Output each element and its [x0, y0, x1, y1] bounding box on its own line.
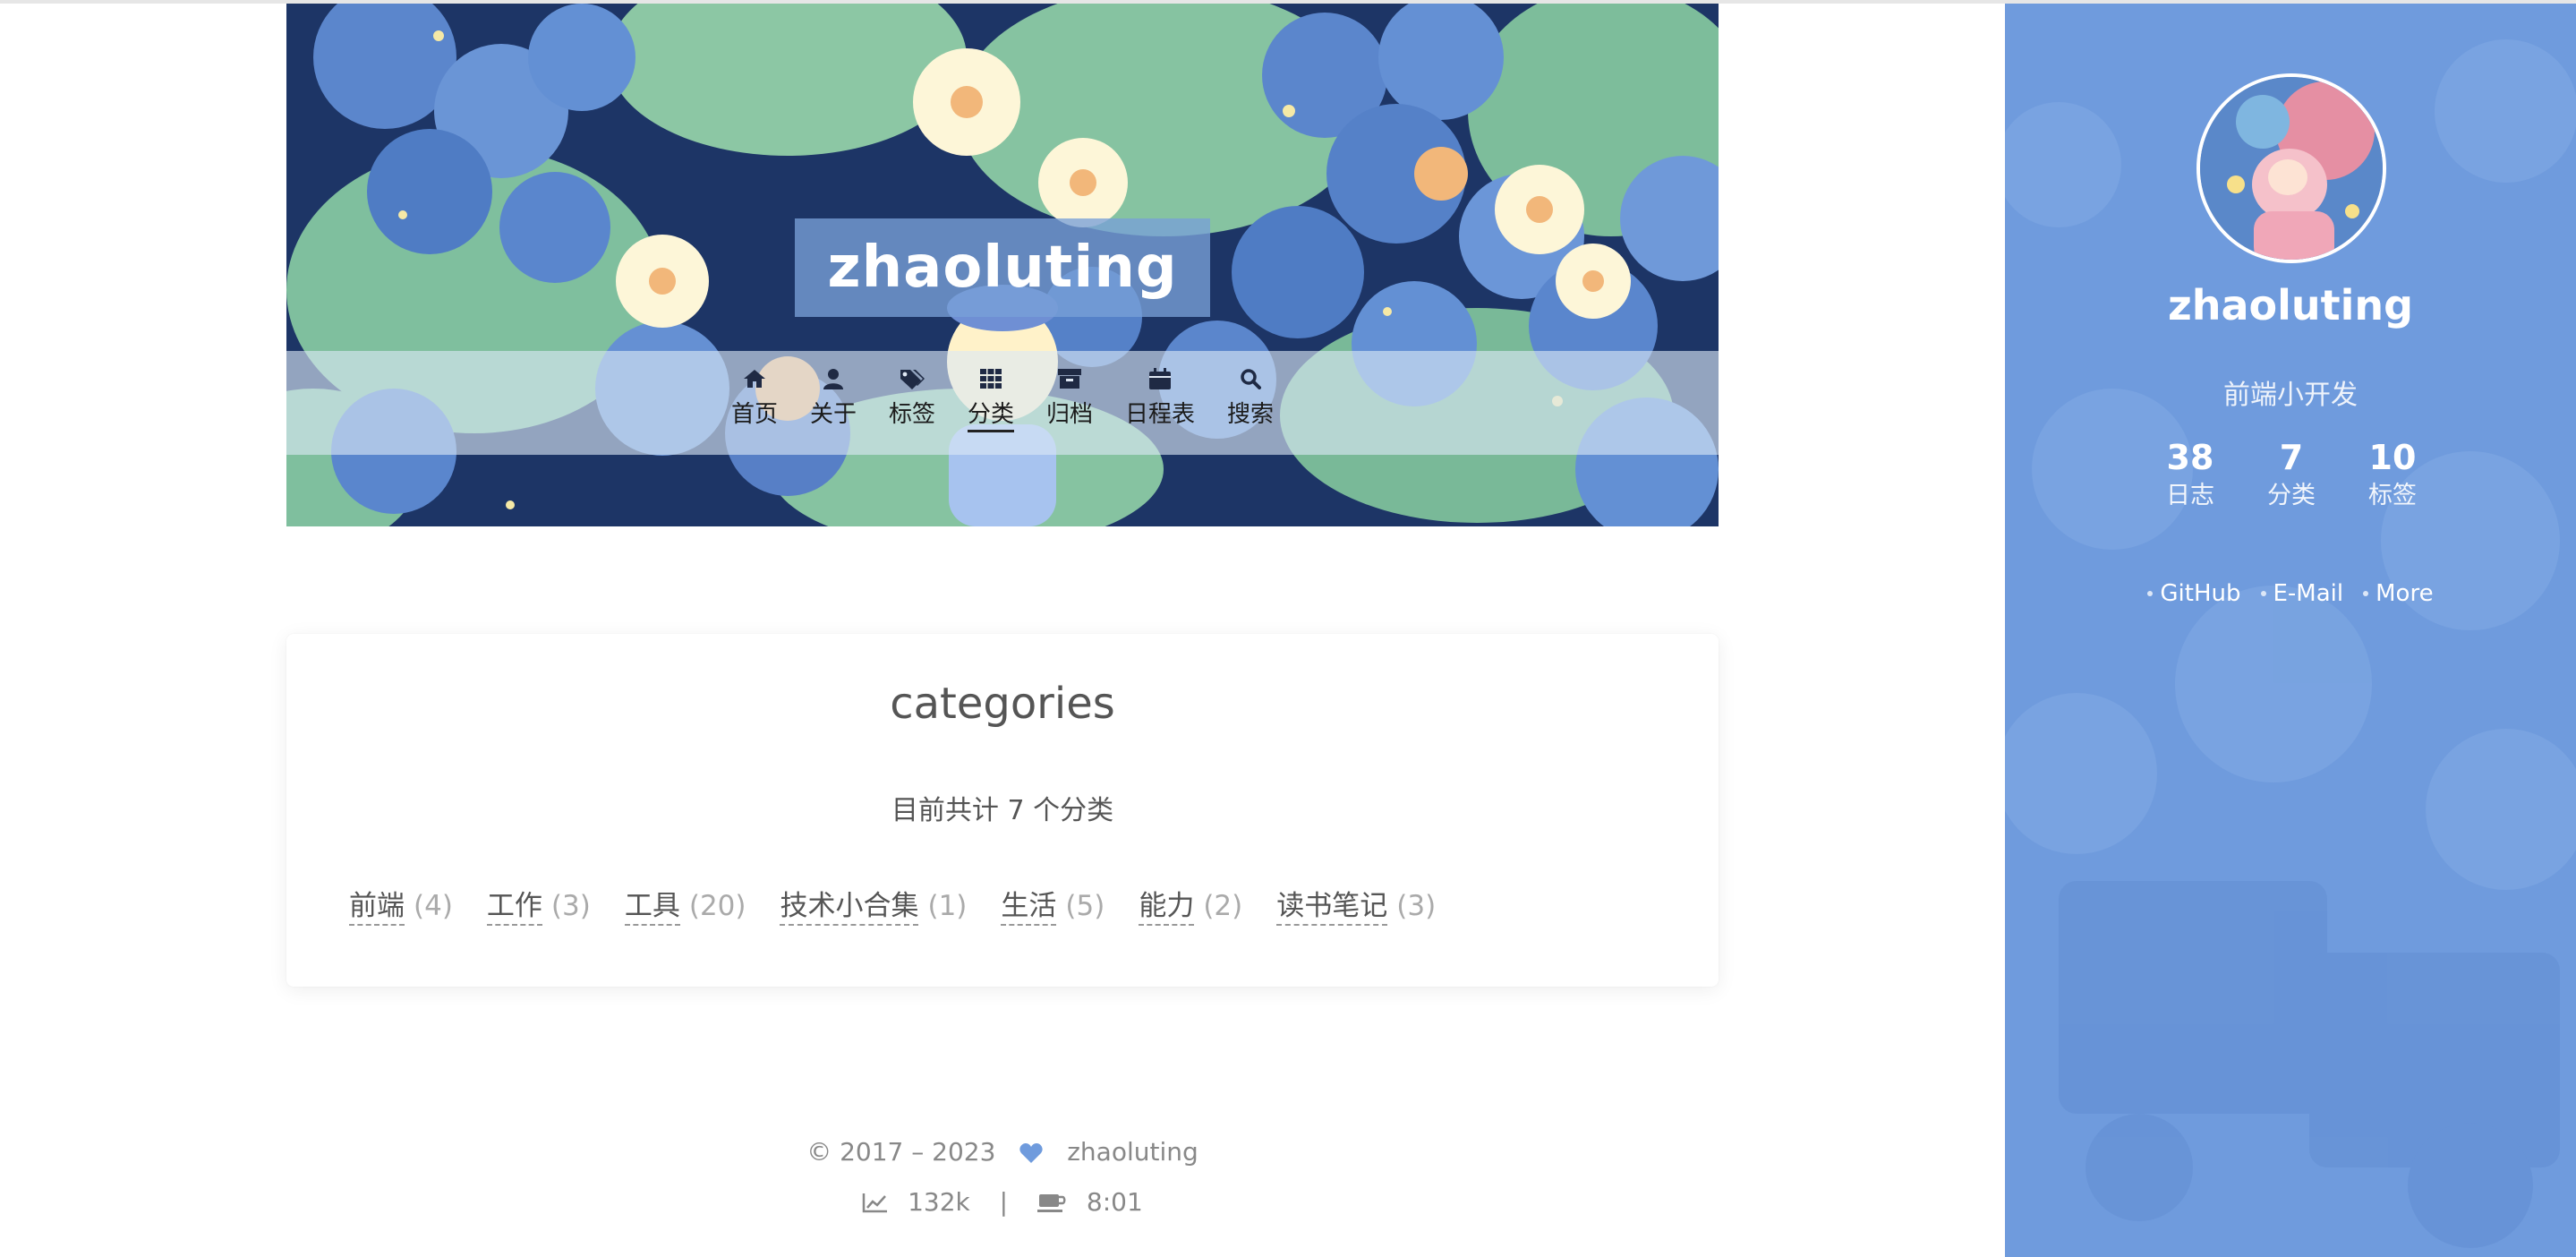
link-label: GitHub: [2160, 580, 2241, 607]
footer-separator: |: [999, 1187, 1009, 1217]
stat-categories[interactable]: 7 分类: [2251, 437, 2332, 514]
category-count-text: 目前共计 7 个分类: [891, 795, 1114, 826]
stat-posts[interactable]: 38 日志: [2150, 437, 2231, 514]
category-link[interactable]: 前端: [349, 888, 405, 926]
menu-band: 首页 关于 标签 分类 归档 日程表 搜索: [286, 351, 1719, 455]
main-menu: 首页 关于 标签 分类 归档 日程表 搜索: [286, 351, 1719, 455]
stat-number: 7: [2279, 438, 2304, 477]
menu-item-archives[interactable]: 归档: [1034, 351, 1105, 430]
copyright-text: © 2017 – 2023: [806, 1137, 996, 1167]
sidebar: zhaoluting 前端小开发 38 日志 7 分类 10 标签 GitHub…: [2005, 4, 2576, 1257]
footer-views: 132k: [908, 1187, 970, 1217]
menu-item-categories[interactable]: 分类: [955, 351, 1027, 432]
menu-label: 关于: [809, 401, 857, 428]
footer-reading-time: 8:01: [1086, 1187, 1143, 1217]
menu-label: 标签: [888, 401, 935, 428]
category-link[interactable]: 技术小合集: [780, 888, 919, 926]
link-label: More: [2376, 580, 2434, 607]
menu-item-tags[interactable]: 标签: [876, 351, 948, 430]
category-count: (4): [414, 890, 453, 922]
site-title-box[interactable]: zhaoluting: [795, 218, 1210, 317]
heart-icon: [1019, 1143, 1043, 1163]
bullet-icon: [2363, 591, 2369, 596]
stat-tags[interactable]: 10 标签: [2352, 437, 2433, 514]
author-description: 前端小开发: [2223, 380, 2358, 411]
menu-label: 分类: [967, 399, 1014, 432]
category-link[interactable]: 工作: [486, 888, 542, 926]
th-icon: [977, 365, 1004, 392]
category-count: (5): [1065, 890, 1105, 922]
archive-icon: [1056, 365, 1083, 392]
category-item: 能力 (2): [1139, 888, 1242, 926]
bullet-icon: [2260, 591, 2266, 596]
menu-label: 日程表: [1125, 401, 1196, 428]
page-title: categories: [890, 679, 1115, 729]
category-list: 前端 (4) 工作 (3) 工具 (20) 技术小合集 (1) 生活 (5) 能…: [349, 888, 1436, 926]
menu-item-search[interactable]: 搜索: [1215, 351, 1286, 430]
home-icon: [741, 365, 768, 392]
category-item: 前端 (4): [349, 888, 453, 926]
category-item: 生活 (5): [1001, 888, 1105, 926]
social-links: GitHub E-Mail More: [2005, 580, 2576, 607]
menu-label: 归档: [1046, 401, 1094, 428]
stat-label: 标签: [2368, 482, 2417, 509]
stat-label: 分类: [2267, 482, 2316, 509]
footer-copyright: © 2017 – 2023 zhaoluting: [286, 1137, 1719, 1167]
calendar-icon: [1147, 365, 1173, 392]
category-count: (3): [550, 890, 591, 922]
menu-label: 搜索: [1227, 401, 1275, 428]
menu-label: 首页: [730, 401, 778, 428]
user-icon: [820, 365, 847, 392]
menu-item-schedule[interactable]: 日程表: [1113, 351, 1207, 430]
site-title[interactable]: zhaoluting: [827, 235, 1177, 301]
menu-item-about[interactable]: 关于: [798, 351, 869, 430]
site-stats: 38 日志 7 分类 10 标签: [2150, 437, 2433, 514]
link-github[interactable]: GitHub: [2147, 580, 2241, 607]
category-link[interactable]: 读书笔记: [1276, 888, 1388, 926]
menu-item-home[interactable]: 首页: [719, 351, 790, 430]
tags-icon: [899, 365, 925, 392]
footer-author: zhaoluting: [1067, 1137, 1198, 1167]
category-item: 工作 (3): [486, 888, 591, 926]
category-item: 技术小合集 (1): [780, 888, 967, 926]
bullet-icon: [2147, 591, 2154, 596]
category-item: 读书笔记 (3): [1276, 888, 1436, 926]
header-banner: zhaoluting 首页 关于 标签 分类 归档 日程表 搜索: [286, 4, 1719, 526]
author-name: zhaoluting: [2167, 281, 2414, 329]
stat-number: 10: [2368, 438, 2417, 477]
avatar[interactable]: [2196, 73, 2386, 263]
category-link[interactable]: 能力: [1139, 888, 1195, 926]
stat-number: 38: [2166, 438, 2214, 477]
link-more[interactable]: More: [2363, 580, 2434, 607]
coffee-icon: [1037, 1193, 1066, 1214]
search-icon: [1237, 365, 1264, 392]
footer-stats: 132k | 8:01: [286, 1187, 1719, 1217]
category-count: (3): [1396, 890, 1437, 922]
category-item: 工具 (20): [624, 888, 746, 926]
category-count: (1): [927, 890, 968, 922]
link-email[interactable]: E-Mail: [2260, 580, 2344, 607]
area-chart-icon: [862, 1193, 888, 1213]
category-count: (20): [688, 890, 746, 922]
category-link[interactable]: 生活: [1001, 888, 1057, 926]
avatar-image: [2200, 77, 2383, 260]
category-count: (2): [1203, 890, 1243, 922]
category-link[interactable]: 工具: [624, 888, 680, 926]
link-label: E-Mail: [2273, 580, 2344, 607]
stat-label: 日志: [2166, 482, 2214, 509]
categories-card: categories 目前共计 7 个分类 前端 (4) 工作 (3) 工具 (…: [286, 634, 1719, 987]
